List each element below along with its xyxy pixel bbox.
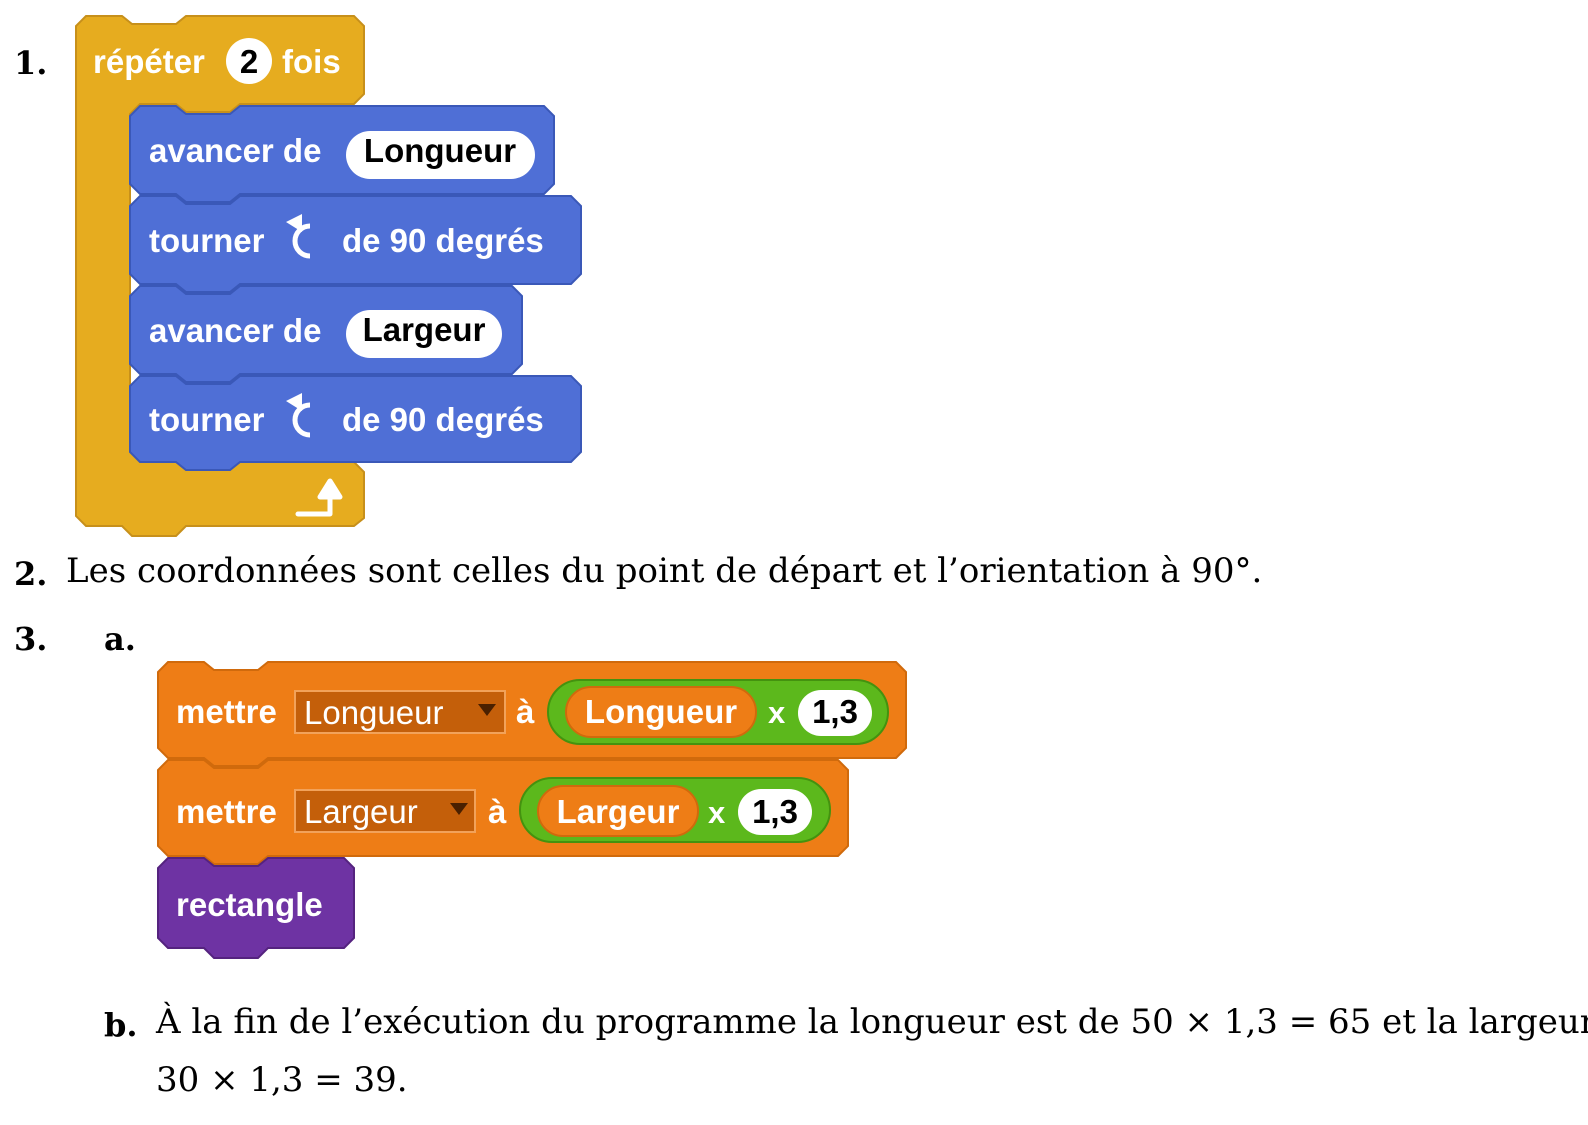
- variable-reporter-1-label: Longueur: [585, 693, 737, 730]
- rectangle-block-label: rectangle: [176, 886, 323, 923]
- factor-2-value: 1,3: [752, 793, 798, 830]
- set-block-1-to: à: [516, 693, 535, 730]
- move-block-2-label: avancer de: [149, 312, 321, 349]
- variable-dropdown-1-value: Longueur: [304, 694, 443, 731]
- answer-3b-line2: 30 × 1,3 = 39.: [156, 1060, 408, 1100]
- answer-2-text: Les coordonnées sont celles du point de …: [66, 551, 1263, 591]
- item-label-3b: b.: [104, 1006, 138, 1044]
- scratch-program-1: répéter 2 fois avancer de Longueur tourn…: [75, 15, 582, 537]
- answer-3b-line1: À la fin de l’exécution du programme la …: [156, 1002, 1588, 1042]
- move-block-1-label: avancer de: [149, 132, 321, 169]
- item-number-2: 2.: [14, 555, 48, 593]
- multiply-sign-2: x: [708, 795, 726, 830]
- repeat-label: répéter: [93, 43, 205, 80]
- turn-block-2-label: tourner: [149, 401, 265, 438]
- factor-1-value: 1,3: [812, 693, 858, 730]
- repeat-count: 2: [240, 43, 258, 80]
- set-block-1-label: mettre: [176, 693, 277, 730]
- variable-dropdown-2-value: Largeur: [304, 793, 418, 830]
- move-block-1-value: Longueur: [364, 132, 516, 169]
- move-block-2-value: Largeur: [363, 311, 486, 348]
- turn-block-2-suffix: de 90 degrés: [342, 401, 544, 438]
- turn-block-1-label: tourner: [149, 222, 265, 259]
- scratch-program-2: mettre Longueur à Longueur x 1,3 mettre …: [157, 661, 907, 959]
- set-block-2-to: à: [488, 793, 507, 830]
- turn-block-1-suffix: de 90 degrés: [342, 222, 544, 259]
- repeat-suffix: fois: [282, 43, 341, 80]
- set-block-2-label: mettre: [176, 793, 277, 830]
- multiply-sign-1: x: [768, 695, 786, 730]
- variable-reporter-2-label: Largeur: [557, 793, 680, 830]
